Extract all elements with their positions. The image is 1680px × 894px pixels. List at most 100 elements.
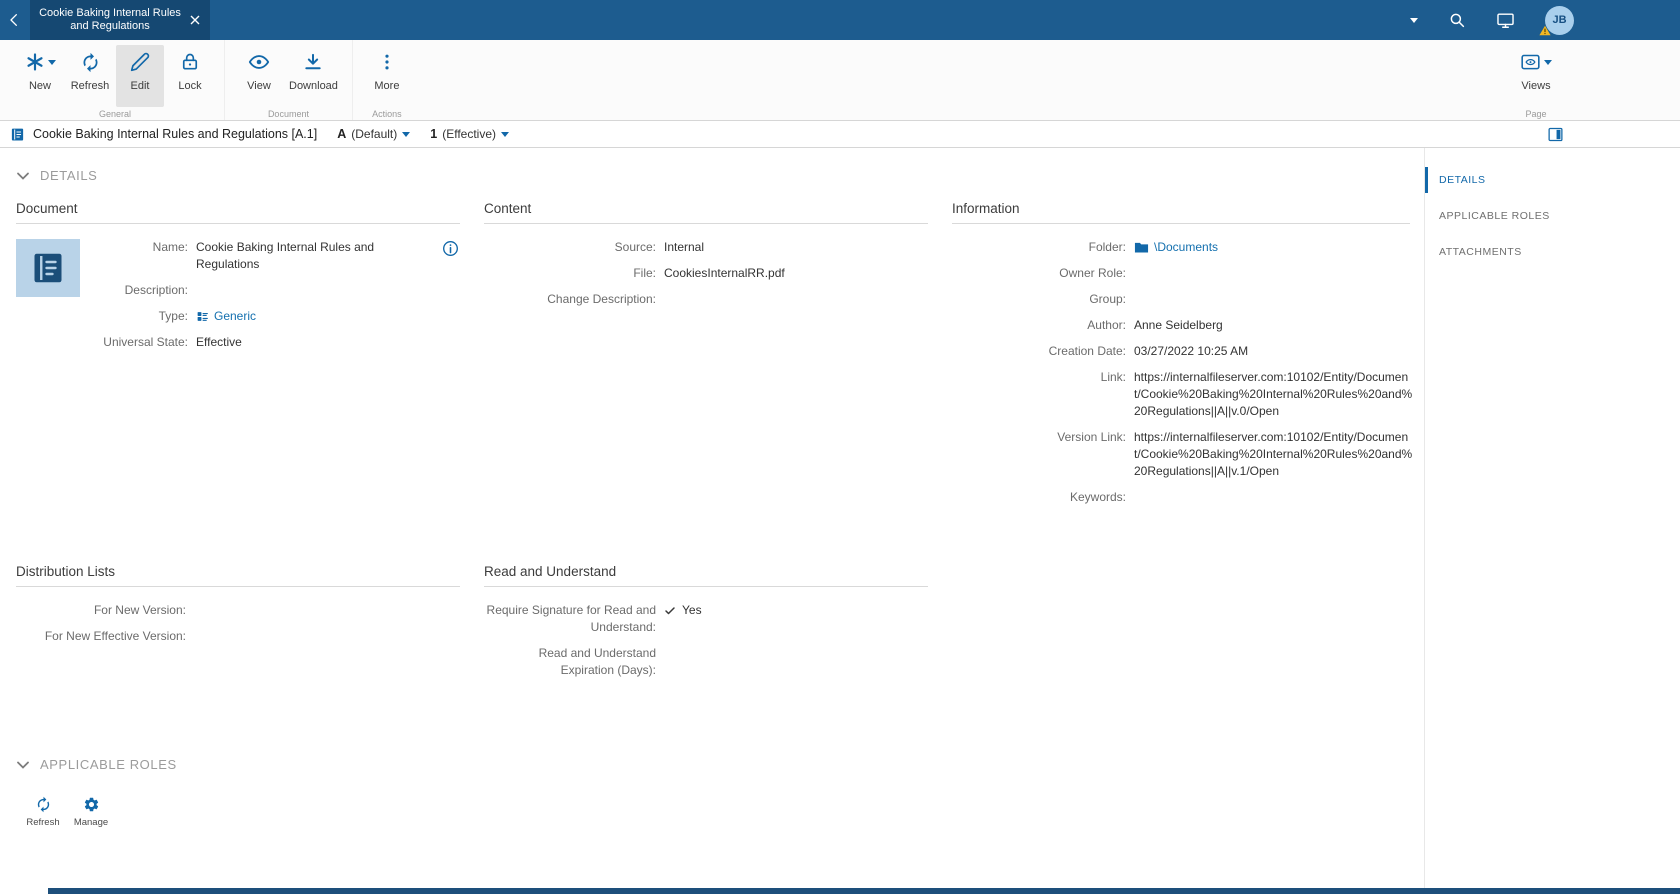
document-icon (10, 127, 25, 142)
edit-button[interactable]: Edit (116, 45, 164, 107)
change-description-value (664, 291, 928, 308)
more-icon (377, 50, 397, 74)
details-section-header[interactable]: DETAILS (16, 168, 1424, 183)
ribbon-toolbar: New Refresh Edit Lock General (0, 40, 1680, 121)
entity-link[interactable]: https://internalfileserver.com:10102/Ent… (1134, 369, 1414, 420)
version-number-dropdown[interactable]: 1 (Effective) (430, 127, 509, 141)
refresh-button[interactable]: Refresh (66, 45, 114, 107)
edit-button-label: Edit (131, 80, 150, 92)
chevron-down-icon (16, 761, 30, 769)
main-content: DETAILS Document Name: Cookie Baking Int… (0, 148, 1424, 894)
document-tab[interactable]: Cookie Baking Internal Rules and Regulat… (30, 0, 210, 40)
panel-toggle-icon[interactable] (1547, 126, 1564, 143)
download-button[interactable]: Download (285, 45, 342, 107)
author-value: Anne Seidelberg (1134, 317, 1414, 334)
keywords-label: Keywords: (952, 489, 1126, 506)
edit-icon (130, 50, 150, 74)
refresh-icon (80, 50, 101, 74)
more-button-label: More (374, 80, 399, 92)
new-button-label: New (29, 80, 51, 92)
content-panel-title: Content (484, 201, 928, 224)
lock-button[interactable]: Lock (166, 45, 214, 107)
back-icon (7, 12, 23, 28)
roles-refresh-label: Refresh (26, 817, 59, 828)
refresh-icon (35, 795, 52, 813)
group-label: Group: (952, 291, 1126, 308)
download-button-label: Download (289, 80, 338, 92)
search-icon[interactable] (1448, 11, 1466, 29)
information-panel: Information Folder: \Documents Owner Rol… (952, 201, 1410, 506)
folder-link[interactable]: \Documents (1154, 239, 1218, 256)
views-button[interactable]: Views (1512, 45, 1560, 107)
type-label: Type: (96, 308, 188, 325)
topbar: Cookie Baking Internal Rules and Regulat… (0, 0, 1680, 40)
roles-manage-button[interactable]: Manage (68, 790, 114, 832)
applicable-roles-section-header[interactable]: APPLICABLE ROLES (16, 757, 1424, 772)
link-label: Link: (952, 369, 1126, 386)
main-area: DETAILS Document Name: Cookie Baking Int… (0, 148, 1680, 894)
author-label: Author: (952, 317, 1126, 334)
applicable-roles-section-title: APPLICABLE ROLES (40, 757, 177, 772)
name-value: Cookie Baking Internal Rules and Regulat… (196, 239, 406, 273)
view-button-label: View (247, 80, 271, 92)
ribbon-group-label-actions: Actions (363, 107, 411, 122)
bottom-bar (48, 888, 1680, 894)
read-understand-title: Read and Understand (484, 564, 928, 587)
for-new-effective-version-label: For New Effective Version: (16, 628, 186, 645)
distribution-lists-panel: Distribution Lists For New Version: For … (16, 564, 460, 679)
chevron-down-icon[interactable] (1410, 18, 1418, 23)
for-new-version-value (194, 602, 460, 619)
tab-title: Cookie Baking Internal Rules and Regulat… (38, 7, 182, 33)
details-section-title: DETAILS (40, 168, 97, 183)
roles-refresh-button[interactable]: Refresh (20, 790, 66, 832)
back-button[interactable] (0, 12, 30, 28)
version-letter: A (337, 127, 346, 141)
check-icon (664, 605, 676, 617)
read-understand-panel: Read and Understand Require Signature fo… (484, 564, 928, 679)
refresh-button-label: Refresh (71, 80, 110, 92)
expiration-value (664, 645, 928, 662)
more-button[interactable]: More (363, 45, 411, 107)
description-label: Description: (96, 282, 188, 299)
right-sidebar: DETAILS APPLICABLE ROLES ATTACHMENTS (1424, 148, 1680, 894)
close-icon[interactable] (184, 13, 206, 27)
group-value (1134, 291, 1414, 308)
view-button[interactable]: View (235, 45, 283, 107)
breadcrumb: Cookie Baking Internal Rules and Regulat… (0, 121, 1680, 148)
version-letter-dropdown[interactable]: A (Default) (337, 127, 410, 141)
content-panel: Content Source: Internal File: CookiesIn… (484, 201, 928, 506)
ribbon-group-document: View Download Document (224, 40, 352, 120)
change-description-label: Change Description: (484, 291, 656, 308)
download-icon (303, 50, 323, 74)
type-link[interactable]: Generic (214, 308, 256, 325)
owner-role-value (1134, 265, 1414, 282)
sidebar-item-details[interactable]: DETAILS (1425, 162, 1680, 198)
ribbon-group-label-document: Document (235, 107, 342, 122)
document-thumbnail[interactable] (16, 239, 80, 297)
topbar-actions: JB (1410, 6, 1680, 35)
version-number-state: (Effective) (442, 127, 496, 141)
for-new-version-label: For New Version: (16, 602, 186, 619)
description-value (196, 282, 406, 299)
lock-icon (180, 50, 200, 74)
roles-manage-label: Manage (74, 817, 108, 828)
ribbon-group-page: Views Page (1502, 40, 1570, 120)
folder-label: Folder: (952, 239, 1126, 256)
creation-date-value: 03/27/2022 10:25 AM (1134, 343, 1414, 360)
sidebar-item-applicable-roles[interactable]: APPLICABLE ROLES (1425, 198, 1680, 234)
version-link-label: Version Link: (952, 429, 1126, 446)
version-link[interactable]: https://internalfileserver.com:10102/Ent… (1134, 429, 1414, 480)
folder-icon (1134, 241, 1149, 254)
monitor-icon[interactable] (1496, 11, 1515, 30)
info-icon[interactable] (441, 239, 460, 261)
avatar[interactable]: JB (1545, 6, 1574, 35)
chevron-down-icon (16, 172, 30, 180)
version-letter-state: (Default) (351, 127, 397, 141)
keywords-value (1134, 489, 1414, 506)
expiration-label: Read and Understand Expiration (Days): (484, 645, 656, 679)
views-dropdown-caret (1544, 60, 1552, 65)
sidebar-item-attachments[interactable]: ATTACHMENTS (1425, 234, 1680, 270)
type-icon (196, 310, 209, 323)
new-button[interactable]: New (16, 45, 64, 107)
document-panel: Document Name: Cookie Baking Internal Ru… (16, 201, 460, 506)
